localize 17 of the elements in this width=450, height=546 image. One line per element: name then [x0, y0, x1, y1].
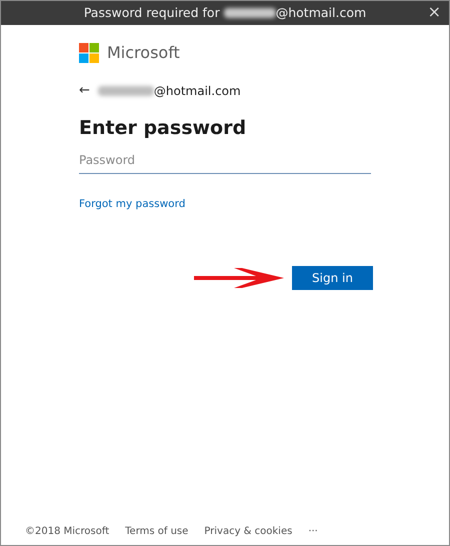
close-button[interactable]: × — [428, 2, 441, 22]
blurred-text — [98, 86, 154, 96]
forgot-password-link[interactable]: Forgot my password — [79, 198, 186, 210]
brand-name: Microsoft — [107, 42, 180, 64]
arrow-icon — [194, 267, 284, 290]
blurred-text — [224, 8, 276, 18]
logo-icon — [79, 43, 99, 63]
footer-link[interactable]: Privacy & cookies — [204, 524, 292, 539]
copyright-text: ©2018 Microsoft — [25, 525, 110, 539]
back-button[interactable]: ← — [79, 81, 90, 100]
window-title: Password required for — [84, 4, 220, 22]
account-email: @hotmail.com — [154, 82, 241, 100]
more-link[interactable]: ··· — [308, 524, 318, 539]
page-heading: Enter password — [79, 116, 248, 140]
window-title: @hotmail.com — [276, 4, 366, 22]
footer-link[interactable]: Terms of use — [125, 524, 188, 539]
sign-in-button[interactable]: Sign in — [292, 266, 373, 290]
